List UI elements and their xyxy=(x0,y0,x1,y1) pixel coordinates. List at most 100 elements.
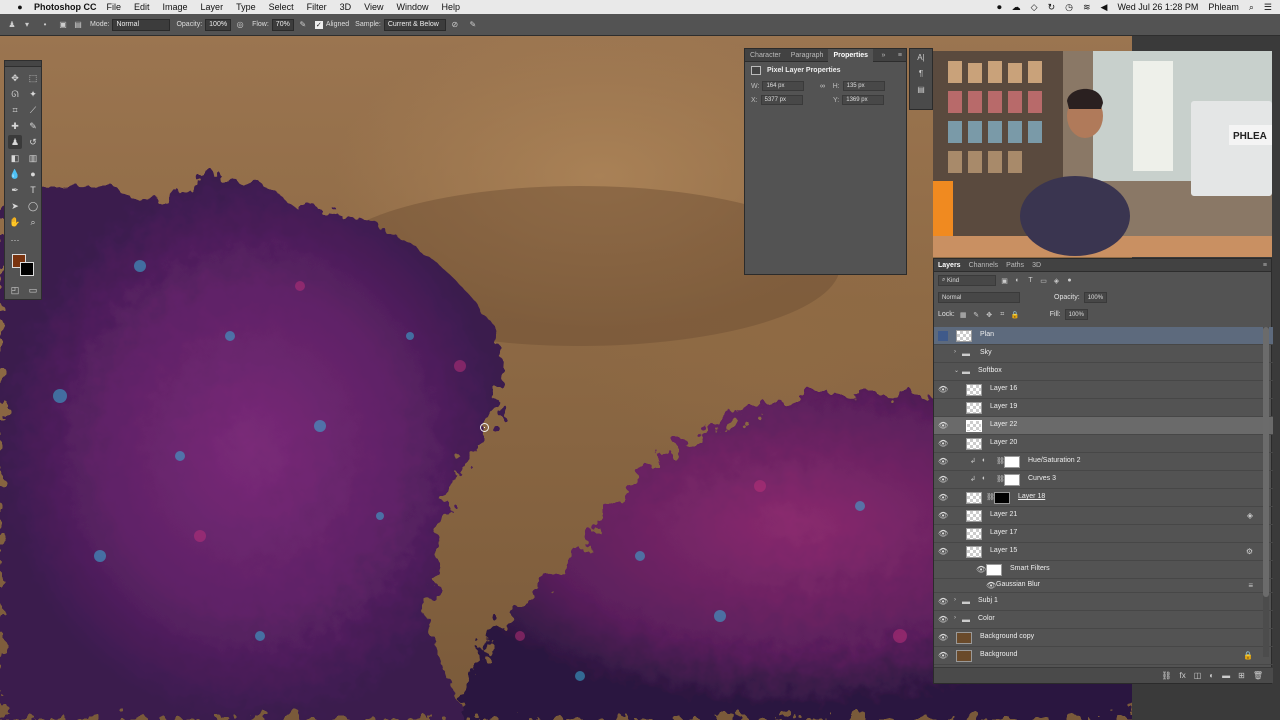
layer-row-layer-22[interactable]: 👁 Layer 22 xyxy=(934,417,1273,435)
menu-view[interactable]: View xyxy=(364,2,383,12)
expand-triangle-icon[interactable]: › xyxy=(954,615,956,621)
expand-triangle-icon[interactable]: › xyxy=(954,597,956,603)
eye-icon[interactable]: 👁 xyxy=(976,565,986,575)
eye-icon[interactable]: 👁 xyxy=(938,385,948,395)
collapse-triangle-icon[interactable]: ⌄ xyxy=(954,367,959,374)
clock-text[interactable]: Wed Jul 26 1:28 PM xyxy=(1117,2,1198,12)
tab-channels[interactable]: Channels xyxy=(965,259,1003,272)
user-name[interactable]: Phleam xyxy=(1208,2,1239,12)
lasso-tool-icon[interactable]: ᘏ xyxy=(8,87,22,101)
layer-row-gaussian-blur[interactable]: 👁 Gaussian Blur ≡ xyxy=(934,579,1273,593)
notification-center-icon[interactable]: ☰ xyxy=(1264,2,1272,13)
menu-select[interactable]: Select xyxy=(269,2,294,12)
eye-icon[interactable]: 👁 xyxy=(938,457,948,467)
filter-kind-select[interactable]: ⌕ Kind xyxy=(938,275,996,286)
layers-panel-menu-icon[interactable]: ≡ xyxy=(1263,262,1267,269)
eye-icon[interactable]: 👁 xyxy=(938,439,948,449)
lock-image-icon[interactable]: ✎ xyxy=(972,311,981,319)
add-mask-icon[interactable]: ◫ xyxy=(1194,671,1202,680)
brush-size-icon[interactable]: • xyxy=(39,19,51,31)
visibility-toggle-icon[interactable] xyxy=(938,331,948,341)
eye-icon[interactable]: 👁 xyxy=(938,493,948,503)
layer-row-hue-saturation-2[interactable]: 👁 ↲ ◐ ⛓ Hue/Saturation 2 xyxy=(934,453,1273,471)
record-icon[interactable]: ⏺ xyxy=(997,2,1002,13)
layer-row-curves-3[interactable]: 👁 ↲ ◐ ⛓ Curves 3 xyxy=(934,471,1273,489)
clock-icon[interactable]: ◷ xyxy=(1065,2,1073,13)
history-brush-tool-icon[interactable]: ↺ xyxy=(26,135,40,149)
y-field[interactable]: 1369 px xyxy=(842,95,885,105)
collapse-panel-icon[interactable]: » xyxy=(882,52,886,59)
properties-panel-icon[interactable]: ▤ xyxy=(910,81,932,97)
app-menu[interactable]: Photoshop CC xyxy=(34,2,97,12)
sync-icon[interactable]: ↻ xyxy=(1048,2,1056,13)
eye-icon[interactable]: 👁 xyxy=(938,475,948,485)
filter-adjustment-icon[interactable]: ◐ xyxy=(1013,277,1022,284)
eye-icon[interactable]: 👁 xyxy=(938,633,948,643)
type-tool-icon[interactable]: T xyxy=(26,183,40,197)
filter-pixel-icon[interactable]: ▣ xyxy=(1000,277,1009,285)
spotlight-icon[interactable]: ⌕ xyxy=(1249,2,1254,13)
background-color-swatch[interactable] xyxy=(20,262,34,276)
pressure-size-icon[interactable]: ✎ xyxy=(467,19,479,31)
tab-properties[interactable]: Properties xyxy=(828,48,874,62)
marquee-tool-icon[interactable]: ⬚ xyxy=(26,71,40,85)
hand-tool-icon[interactable]: ✋ xyxy=(8,215,22,229)
expand-triangle-icon[interactable]: › xyxy=(954,349,956,355)
layer-row-smart-filters[interactable]: 👁 Smart Filters xyxy=(934,561,1273,579)
layer-row-plan[interactable]: Plan xyxy=(934,327,1273,345)
eyedropper-tool-icon[interactable]: ⟋ xyxy=(26,103,40,117)
cloud-icon[interactable]: ☁ xyxy=(1012,2,1021,13)
brush-settings-icon[interactable]: ▣ xyxy=(57,19,69,31)
volume-icon[interactable]: ◀ xyxy=(1101,2,1108,13)
layer-row-background[interactable]: 👁 Background 🔒 xyxy=(934,647,1273,665)
eye-icon[interactable]: 👁 xyxy=(938,529,948,539)
filter-options-icon[interactable]: ≡ xyxy=(1248,581,1253,590)
visibility-toggle-icon[interactable] xyxy=(938,367,948,377)
brush-tool-icon[interactable]: ✎ xyxy=(26,119,40,133)
dodge-tool-icon[interactable]: ● xyxy=(26,167,40,181)
blur-tool-icon[interactable]: 💧 xyxy=(8,167,22,181)
opacity-field[interactable]: 100% xyxy=(205,18,232,31)
flow-field[interactable]: 70% xyxy=(271,18,294,31)
menu-file[interactable]: File xyxy=(107,2,122,12)
smart-filter-badge-icon[interactable]: ⚙ xyxy=(1246,547,1253,556)
layer-row-layer-17[interactable]: 👁 Layer 17 xyxy=(934,525,1273,543)
path-selection-tool-icon[interactable]: ➤ xyxy=(8,199,22,213)
character-panel-icon[interactable]: A| xyxy=(910,49,932,65)
visibility-toggle-icon[interactable] xyxy=(938,403,948,413)
layer-row-layer-15[interactable]: 👁 Layer 15 ⚙ xyxy=(934,543,1273,561)
link-layers-icon[interactable]: ⛓ xyxy=(1161,671,1171,680)
mode-select[interactable]: Normal xyxy=(112,18,171,31)
layer-row-background-copy[interactable]: 👁 Background copy xyxy=(934,629,1273,647)
scrollbar-thumb[interactable] xyxy=(1263,327,1269,597)
layer-row-color[interactable]: 👁 › ▬ Color xyxy=(934,611,1273,629)
layer-row-sky[interactable]: › ▬ Sky xyxy=(934,345,1273,363)
blend-mode-select[interactable]: Normal xyxy=(938,292,1020,303)
layers-scrollbar[interactable] xyxy=(1263,327,1269,657)
menu-3d[interactable]: 3D xyxy=(340,2,352,12)
tool-preset-dropdown-icon[interactable]: ▾ xyxy=(21,19,33,31)
eye-icon[interactable]: 👁 xyxy=(938,511,948,521)
smart-filter-mask-thumbnail[interactable] xyxy=(986,564,1002,576)
pen-tool-icon[interactable]: ✒ xyxy=(8,183,22,197)
aligned-checkbox[interactable]: ✓ xyxy=(314,20,323,29)
clone-stamp-tool-icon[interactable]: ♟ xyxy=(8,135,22,149)
lock-artboard-icon[interactable]: ⌗ xyxy=(998,311,1007,319)
clone-stamp-tool-icon[interactable]: ♟ xyxy=(6,19,18,31)
lock-transparent-icon[interactable]: ▦ xyxy=(959,311,968,319)
filter-type-icon[interactable]: T xyxy=(1026,277,1035,284)
ellipse-tool-icon[interactable]: ◯ xyxy=(26,199,40,213)
layer-style-icon[interactable]: fx xyxy=(1180,671,1186,680)
menu-image[interactable]: Image xyxy=(163,2,188,12)
tools-panel-grip[interactable] xyxy=(5,61,41,67)
x-field[interactable]: 5377 px xyxy=(760,95,803,105)
eye-icon[interactable]: 👁 xyxy=(938,597,948,607)
lock-position-icon[interactable]: ✥ xyxy=(985,311,994,319)
menu-window[interactable]: Window xyxy=(396,2,428,12)
menu-filter[interactable]: Filter xyxy=(307,2,327,12)
ignore-adjustment-layers-icon[interactable]: ⊘ xyxy=(449,19,461,31)
delete-layer-icon[interactable]: 🗑 xyxy=(1253,671,1263,680)
layer-mask-thumbnail[interactable] xyxy=(994,492,1010,504)
layer-row-layer-19[interactable]: Layer 19 xyxy=(934,399,1273,417)
layer-row-layer-16[interactable]: 👁 Layer 16 xyxy=(934,381,1273,399)
